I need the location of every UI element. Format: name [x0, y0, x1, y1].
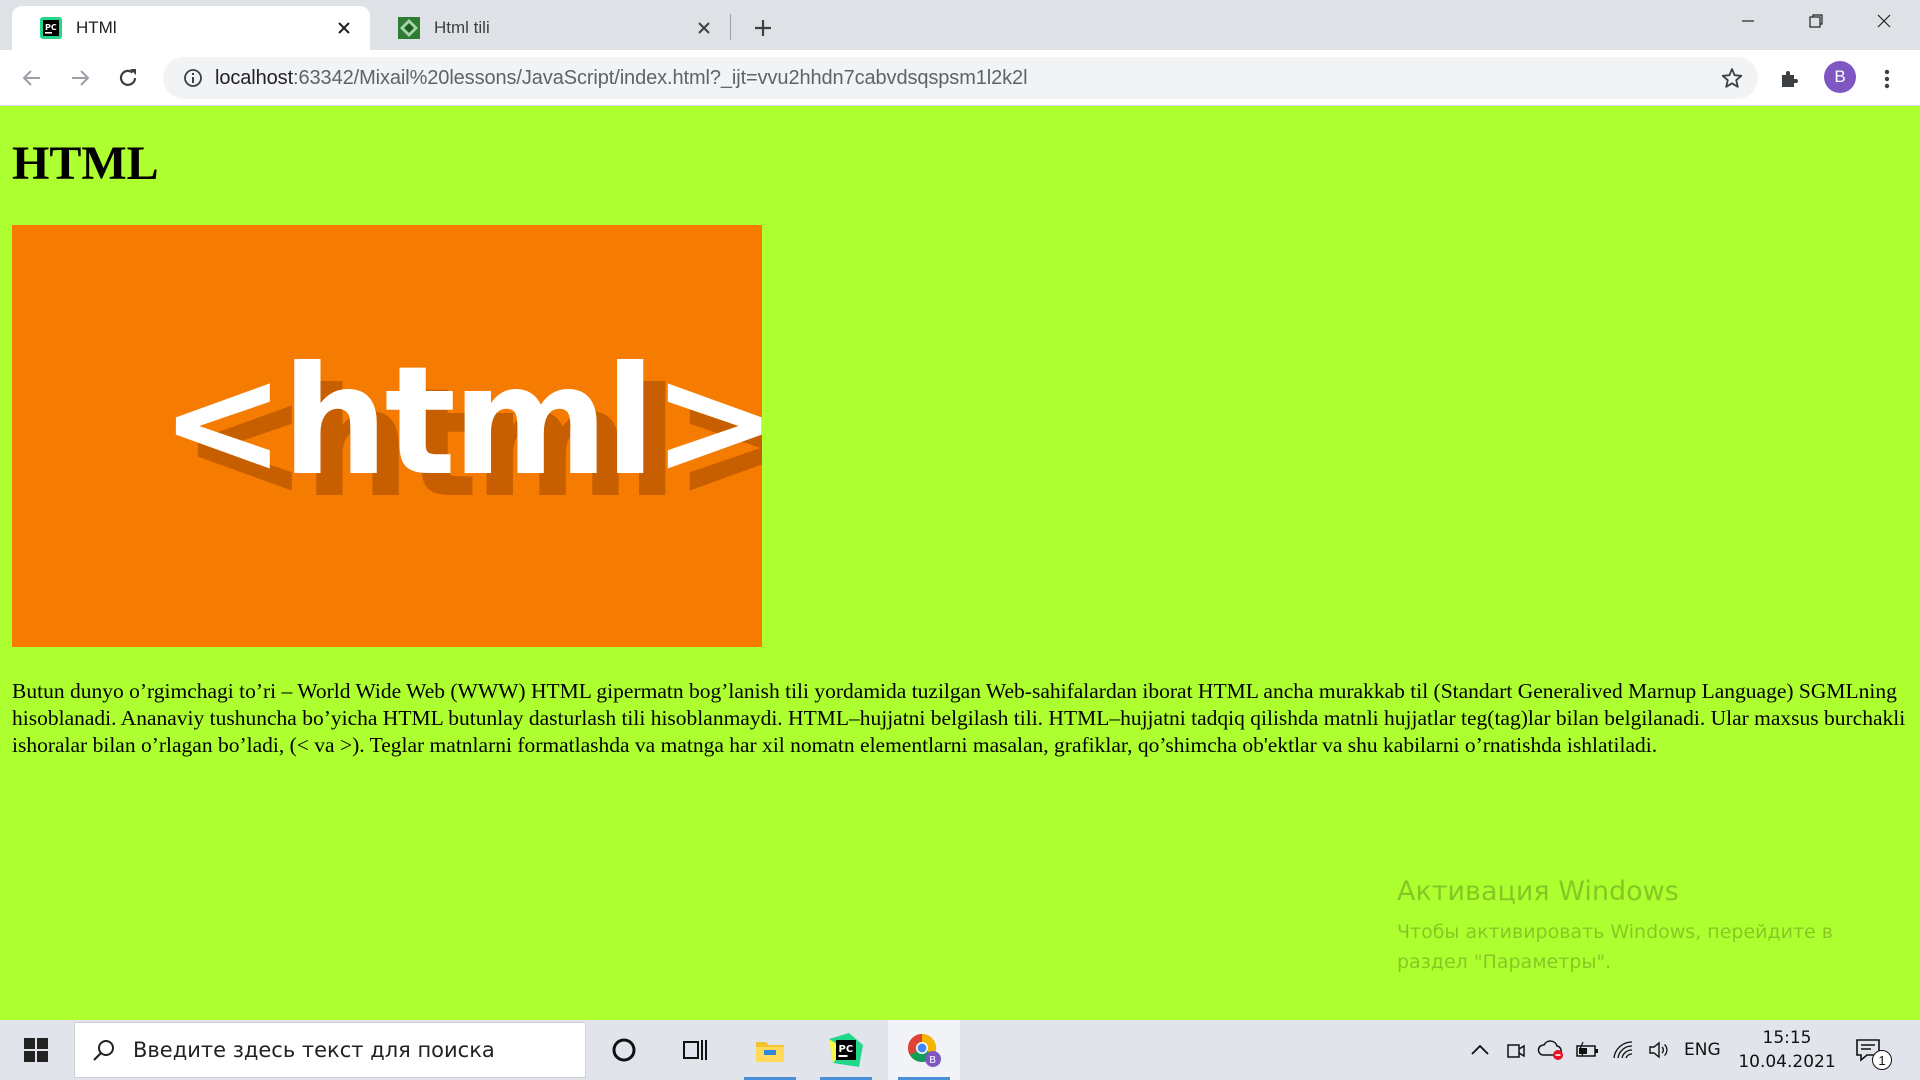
- windows-logo-icon: [24, 1038, 48, 1062]
- input-language-indicator[interactable]: ENG: [1684, 1020, 1721, 1080]
- extensions-puzzle-icon[interactable]: [1772, 62, 1806, 96]
- windows-activation-watermark: Активация Windows Чтобы активировать Win…: [1397, 876, 1857, 977]
- task-view-icon: [683, 1040, 707, 1060]
- plus-icon: [755, 20, 771, 36]
- chrome-icon: B: [908, 1034, 941, 1067]
- address-url[interactable]: localhost:63342/Mixail%20lessons/JavaScr…: [215, 66, 1028, 90]
- close-window-button[interactable]: [1850, 0, 1918, 42]
- restore-button[interactable]: [1782, 0, 1850, 42]
- profile-avatar[interactable]: B: [1824, 61, 1856, 93]
- watermark-title: Активация Windows: [1397, 876, 1679, 907]
- url-path: :63342/Mixail%20lessons/JavaScript/index…: [293, 66, 1028, 89]
- pycharm-icon: PC: [829, 1033, 863, 1067]
- volume-icon[interactable]: [1646, 1020, 1674, 1080]
- minimize-icon: [1742, 20, 1754, 22]
- page-heading: HTML: [12, 137, 159, 190]
- minimize-button[interactable]: [1714, 0, 1782, 42]
- bookmark-star-icon[interactable]: [1718, 64, 1746, 92]
- system-clock[interactable]: 15:15 10.04.2021: [1734, 1026, 1840, 1074]
- forward-button[interactable]: [60, 58, 100, 98]
- page-paragraph: Butun dunyo o’rgimchagi to’ri – World Wi…: [12, 679, 1906, 757]
- reload-icon: [119, 69, 137, 86]
- clock-date: 10.04.2021: [1738, 1052, 1836, 1072]
- browser-tab-strip: PC HTMl Html tili: [0, 0, 1920, 50]
- start-button[interactable]: [0, 1020, 72, 1080]
- cortana-circle-icon: [612, 1038, 636, 1062]
- back-button[interactable]: [12, 58, 52, 98]
- tab-title: Html tili: [434, 18, 490, 37]
- url-host: localhost: [215, 66, 294, 89]
- restore-icon: [1809, 14, 1823, 28]
- tab-htmll[interactable]: PC HTMl: [12, 6, 370, 50]
- action-center-button[interactable]: 1: [1848, 1030, 1892, 1070]
- clock-time: 15:15: [1762, 1028, 1812, 1048]
- page-content: HTML <html> <html> Butun dunyo o’rgimcha…: [0, 106, 1920, 1020]
- svg-text:PC: PC: [45, 23, 57, 32]
- search-placeholder: Введите здесь текст для поиска: [133, 1038, 495, 1062]
- tab-close-icon[interactable]: [692, 16, 716, 40]
- pycharm-button[interactable]: PC: [810, 1020, 882, 1080]
- folder-icon: [756, 1042, 784, 1062]
- show-hidden-icons-chevron-up-icon[interactable]: [1466, 1020, 1494, 1080]
- svg-text:PC: PC: [839, 1044, 854, 1055]
- file-explorer-button[interactable]: [734, 1020, 806, 1080]
- html-tili-favicon: [398, 17, 420, 39]
- meet-now-icon[interactable]: [1502, 1020, 1530, 1080]
- task-view-button[interactable]: [660, 1020, 732, 1080]
- chrome-profile-initial: B: [929, 1055, 936, 1066]
- arrow-left-icon: [22, 70, 40, 86]
- html-logo-image: <html> <html>: [12, 225, 800, 647]
- notification-count-badge: 1: [1872, 1050, 1892, 1070]
- pycharm-icon: PC: [40, 17, 62, 39]
- more-menu-icon[interactable]: [1870, 62, 1904, 96]
- cortana-button[interactable]: [588, 1020, 660, 1080]
- info-icon[interactable]: [171, 57, 215, 99]
- chrome-button[interactable]: B: [888, 1020, 960, 1080]
- search-icon: [75, 1038, 133, 1062]
- taskbar-search-box[interactable]: Введите здесь текст для поиска: [74, 1022, 586, 1078]
- tab-title: HTMl: [76, 18, 117, 37]
- new-tab-button[interactable]: [745, 10, 781, 46]
- onedrive-icon[interactable]: [1536, 1020, 1566, 1080]
- wifi-icon[interactable]: [1610, 1020, 1638, 1080]
- tab-close-icon[interactable]: [332, 16, 356, 40]
- tab-separator: [730, 14, 731, 40]
- close-icon: [1877, 14, 1891, 28]
- battery-icon[interactable]: [1574, 1020, 1602, 1080]
- watermark-text: Чтобы активировать Windows, перейдите в …: [1397, 921, 1833, 973]
- arrow-right-icon: [72, 70, 90, 86]
- windows-taskbar: Введите здесь текст для поиска PC B ENG …: [0, 1020, 1920, 1080]
- address-bar[interactable]: localhost:63342/Mixail%20lessons/JavaScr…: [163, 57, 1758, 99]
- tab-html-tili[interactable]: Html tili: [370, 6, 730, 50]
- browser-toolbar: localhost:63342/Mixail%20lessons/JavaScr…: [0, 50, 1920, 106]
- html-logo-text: <html>: [160, 335, 762, 509]
- reload-button[interactable]: [108, 58, 148, 98]
